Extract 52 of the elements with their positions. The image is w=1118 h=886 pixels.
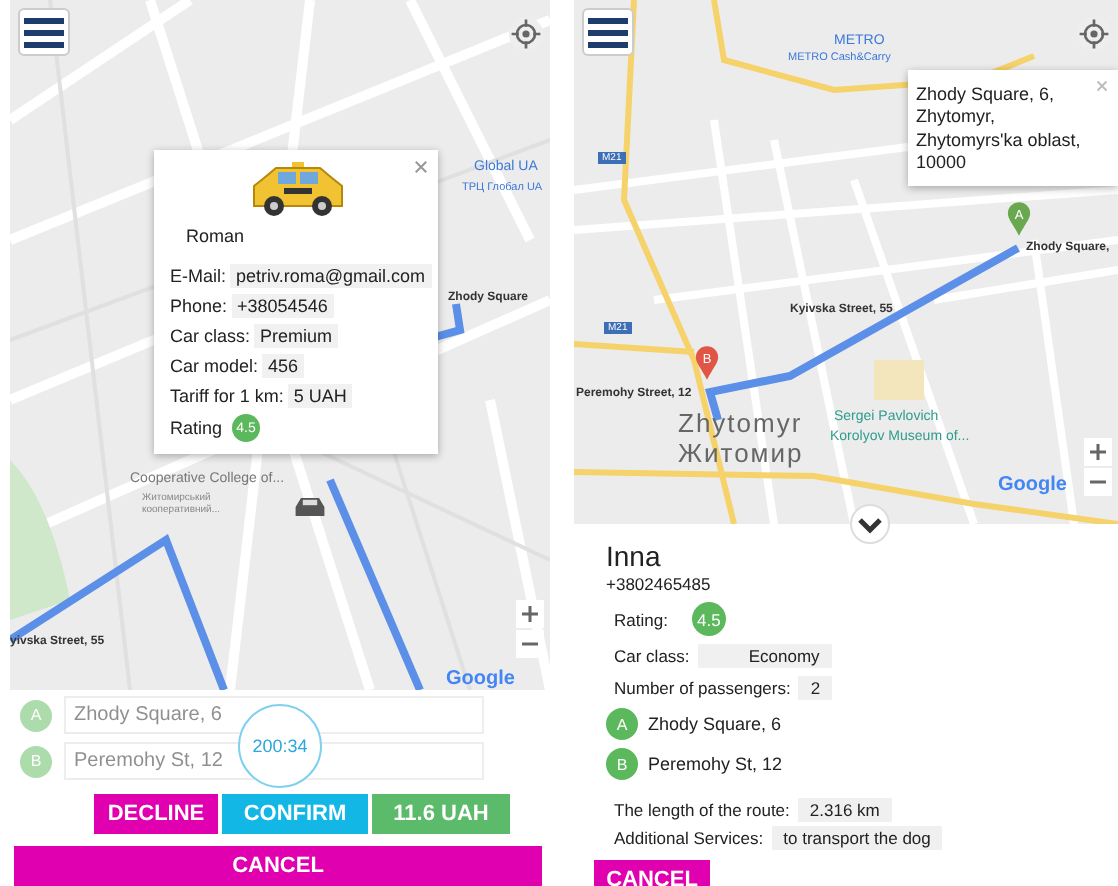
map-logo: Google	[998, 474, 1067, 496]
address-text: Zhody Square, 6, Zhytomyr, Zhytomyrs'ka oblast, 10000	[916, 84, 1081, 172]
field-value: Economy	[697, 644, 832, 668]
waypoint-marker: A	[606, 708, 638, 740]
waypoint-marker: A	[20, 699, 52, 731]
field-value: 5 UAH	[287, 384, 353, 408]
cancel-button[interactable]: CANCEL	[14, 846, 542, 886]
waypoint-address: Zhody Square, 6	[64, 696, 484, 734]
menu-button[interactable]	[18, 8, 70, 56]
driver-name: Roman	[186, 226, 247, 246]
field-label: Additional Services:	[614, 828, 764, 848]
menu-button[interactable]	[582, 8, 634, 56]
field-label: Number of passengers:	[614, 678, 791, 698]
field-value: Premium	[254, 324, 339, 348]
rating-label: Rating	[170, 418, 223, 438]
waypoint-marker: B	[606, 748, 638, 780]
confirm-button[interactable]: CONFIRM	[222, 794, 368, 834]
zoom-out-icon[interactable]	[1084, 468, 1112, 496]
building-block	[874, 360, 924, 400]
taxi-icon	[252, 162, 344, 218]
field-label: Phone:	[170, 296, 228, 316]
field-value: 2	[798, 676, 833, 700]
chevron-down-icon[interactable]	[850, 504, 890, 544]
passenger-phone: +3802465485	[606, 574, 713, 594]
field-label: E-Mail:	[170, 266, 227, 286]
field-label: Car class:	[170, 326, 251, 346]
field-label: The length of the route:	[614, 800, 790, 820]
cancel-button[interactable]: CANCEL	[594, 860, 710, 886]
decline-button[interactable]: DECLINE	[94, 794, 218, 834]
waypoint-marker: B	[20, 745, 52, 777]
passenger-name: Inna	[606, 540, 663, 572]
field-value: petriv.roma@gmail.com	[230, 264, 432, 288]
waypoint-address: Peremohy St, 12	[648, 754, 783, 774]
rating-badge: 4.5	[691, 602, 726, 636]
field-value: to transport the dog	[771, 826, 943, 850]
zoom-out-icon[interactable]	[516, 630, 544, 658]
zoom-in-icon[interactable]	[1084, 438, 1112, 466]
locate-icon[interactable]	[1076, 16, 1112, 52]
close-icon[interactable]	[414, 160, 428, 174]
fare-amount: 11.6 UAH	[372, 794, 510, 834]
waypoint-address: Zhody Square, 6	[648, 714, 782, 734]
field-value: +38054546	[231, 294, 334, 318]
map-logo: Google	[446, 668, 515, 690]
field-label: Tariff for 1 km:	[170, 386, 284, 406]
locate-icon[interactable]	[508, 16, 544, 52]
field-value: 2.316 km	[797, 798, 892, 822]
field-label: Car model:	[170, 356, 259, 376]
field-label: Car class:	[614, 646, 690, 666]
zoom-in-icon[interactable]	[516, 600, 544, 628]
field-value: 456	[262, 354, 305, 378]
rating-label: Rating:	[614, 609, 668, 629]
countdown-timer: 200:34	[238, 704, 322, 788]
